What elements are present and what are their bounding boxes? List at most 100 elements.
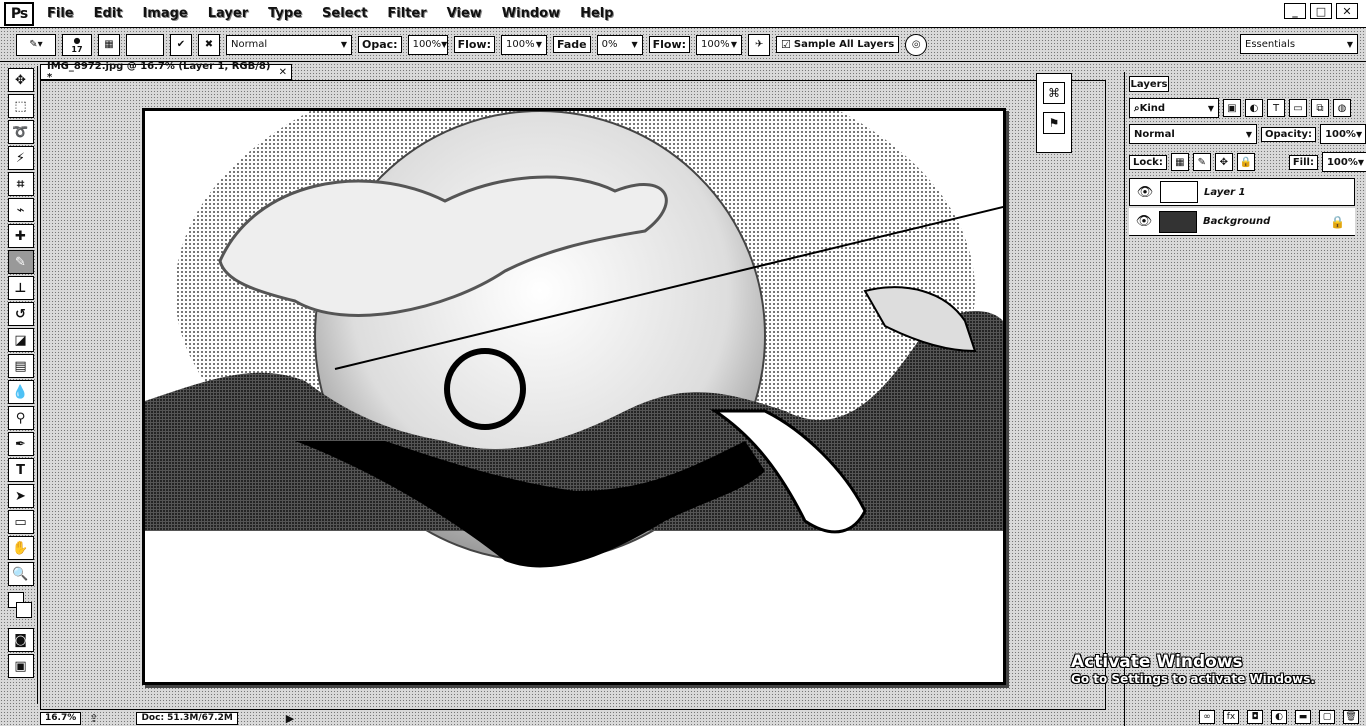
- minimize-button[interactable]: _: [1284, 3, 1306, 19]
- menu-type[interactable]: Type: [261, 3, 309, 24]
- mode-dropdown[interactable]: Normal ▼: [226, 34, 352, 55]
- airbrush-toggle[interactable]: ✈: [748, 33, 771, 56]
- pressure-size-toggle[interactable]: ◎: [905, 33, 928, 56]
- pen-tool[interactable]: ✒: [7, 432, 34, 456]
- document-canvas[interactable]: [142, 108, 1006, 685]
- menu-image[interactable]: Image: [135, 3, 194, 24]
- menu-select[interactable]: Select: [315, 3, 374, 24]
- brush-panel-toggle[interactable]: ▦: [98, 33, 120, 56]
- menu-window[interactable]: Window: [495, 3, 567, 24]
- layer-style-button[interactable]: fx: [1223, 710, 1239, 724]
- screen-mode-icon: ▣: [14, 658, 27, 674]
- clone-stamp-tool[interactable]: ⊥: [7, 276, 34, 300]
- history-brush-tool[interactable]: ↺: [7, 302, 34, 326]
- menu-help[interactable]: Help: [573, 3, 620, 24]
- menu-file[interactable]: File: [40, 3, 81, 24]
- flow-field[interactable]: 100% ▼: [500, 34, 547, 55]
- eye-icon[interactable]: 👁: [1136, 183, 1154, 201]
- workspace-switcher[interactable]: Essentials ▼: [1240, 34, 1358, 54]
- share-icon[interactable]: ⇪: [89, 712, 98, 725]
- menu-view[interactable]: View: [440, 3, 489, 24]
- layer-row-layer-1[interactable]: 👁 Layer 1: [1129, 178, 1355, 206]
- move-tool[interactable]: ✥: [7, 68, 34, 92]
- gradient-tool[interactable]: ▤: [7, 354, 34, 378]
- quick-selection-tool[interactable]: ⚡: [7, 146, 34, 170]
- delete-layer-button[interactable]: 🗑: [1343, 710, 1359, 724]
- brush-icon: ✎: [15, 254, 26, 270]
- eraser-icon: ◪: [14, 332, 27, 348]
- lock-image-button[interactable]: ✎: [1192, 153, 1211, 171]
- chevron-down-icon: ▼: [535, 40, 542, 49]
- hand-tool[interactable]: ✋: [7, 536, 34, 560]
- menu-layer[interactable]: Layer: [201, 3, 255, 24]
- menu-filter[interactable]: Filter: [380, 3, 433, 24]
- fill-field[interactable]: 100% ▼: [1321, 152, 1366, 172]
- clone-source-swatch[interactable]: [126, 33, 164, 56]
- filter-type-button[interactable]: T: [1267, 99, 1285, 117]
- eraser-tool[interactable]: ◪: [7, 328, 34, 352]
- path-selection-tool[interactable]: ➤: [7, 484, 34, 508]
- properties-panel-button[interactable]: ⚑: [1043, 112, 1065, 134]
- smart-object-icon: ⧉: [1316, 102, 1324, 114]
- layer-name: Background: [1203, 216, 1271, 227]
- brush-size-picker[interactable]: ● 17: [62, 33, 92, 56]
- second-flow-field[interactable]: 100% ▼: [696, 34, 743, 55]
- brush-tool-preset-picker[interactable]: ✎▾: [16, 33, 56, 56]
- blur-tool[interactable]: 💧: [7, 380, 34, 404]
- chevron-down-icon: ▼: [1245, 129, 1252, 139]
- lock-transparent-button[interactable]: ▦: [1170, 153, 1189, 171]
- blend-mode-dropdown[interactable]: Normal ▼: [1129, 124, 1257, 144]
- zoom-tool[interactable]: 🔍: [7, 562, 34, 586]
- color-swatches[interactable]: [6, 590, 36, 626]
- menu-edit[interactable]: Edit: [87, 3, 130, 24]
- background-color-swatch[interactable]: [15, 602, 32, 618]
- lock-all-button[interactable]: 🔒: [1236, 153, 1255, 171]
- quick-mask-toggle[interactable]: ◙: [7, 628, 34, 652]
- layer-kind-filter[interactable]: ⌕ Kind ▼: [1129, 98, 1219, 118]
- shape-tool[interactable]: ▭: [7, 510, 34, 534]
- new-adjustment-button[interactable]: ◐: [1271, 710, 1287, 724]
- sample-all-layers-checkbox[interactable]: ☑ Sample All Layers: [776, 36, 900, 53]
- fade-field[interactable]: 0% ▼: [596, 34, 643, 55]
- pressure-opacity-toggle[interactable]: ✔: [170, 33, 192, 56]
- marquee-tool[interactable]: ⬚: [7, 94, 34, 118]
- new-group-button[interactable]: ▬: [1295, 710, 1311, 724]
- layer-row-background[interactable]: 👁 Background 🔒: [1129, 208, 1355, 236]
- pixel-icon: ▣: [1227, 102, 1237, 114]
- filter-toggle-button[interactable]: ◍: [1333, 99, 1351, 117]
- checkbox-icon: ☑: [781, 38, 791, 51]
- add-mask-button[interactable]: ◘: [1247, 710, 1263, 724]
- erase-toggle[interactable]: ✖: [198, 33, 220, 56]
- filter-pixel-button[interactable]: ▣: [1223, 99, 1241, 117]
- link-layers-button[interactable]: ∞: [1199, 710, 1215, 724]
- screen-mode-toggle[interactable]: ▣: [7, 654, 34, 678]
- layer-opacity-field[interactable]: 100% ▼: [1320, 124, 1366, 144]
- type-tool[interactable]: T: [7, 458, 34, 482]
- filter-shape-button[interactable]: ▭: [1289, 99, 1307, 117]
- lasso-tool[interactable]: ➰: [7, 120, 34, 144]
- document-tab[interactable]: IMG_8972.jpg @ 16.7% (Layer 1, RGB/8) * …: [40, 61, 292, 83]
- close-button[interactable]: ✕: [1336, 3, 1358, 19]
- healing-brush-tool[interactable]: ✚: [7, 224, 34, 248]
- zoom-level[interactable]: 16.7%: [40, 711, 82, 725]
- trash-icon: 🗑: [1345, 712, 1357, 722]
- eye-icon[interactable]: 👁: [1135, 213, 1153, 231]
- crop-tool[interactable]: ⌗: [7, 172, 34, 196]
- filter-adjustment-button[interactable]: ◐: [1245, 99, 1263, 117]
- new-layer-button[interactable]: ▢: [1319, 710, 1335, 724]
- chevron-down-icon: ▼: [340, 40, 347, 49]
- history-panel-button[interactable]: ⌘: [1043, 82, 1065, 104]
- layers-tab[interactable]: Layers: [1129, 76, 1169, 92]
- lock-position-button[interactable]: ✥: [1214, 153, 1233, 171]
- canvas-area[interactable]: ⌘ ⚑: [40, 73, 1106, 710]
- filter-smart-object-button[interactable]: ⧉: [1311, 99, 1329, 117]
- close-icon[interactable]: ✕: [279, 67, 287, 78]
- hand-icon: ✋: [12, 540, 29, 556]
- dodge-tool[interactable]: ⚲: [7, 406, 34, 430]
- brush-tool[interactable]: ✎: [7, 250, 34, 274]
- status-menu-arrow-icon[interactable]: ▶: [286, 712, 294, 725]
- eyedropper-tool[interactable]: ⌁: [7, 198, 34, 222]
- opacity-field[interactable]: 100% ▼: [407, 34, 448, 55]
- maximize-button[interactable]: □: [1310, 3, 1332, 19]
- fill-value: 100%: [1326, 156, 1358, 168]
